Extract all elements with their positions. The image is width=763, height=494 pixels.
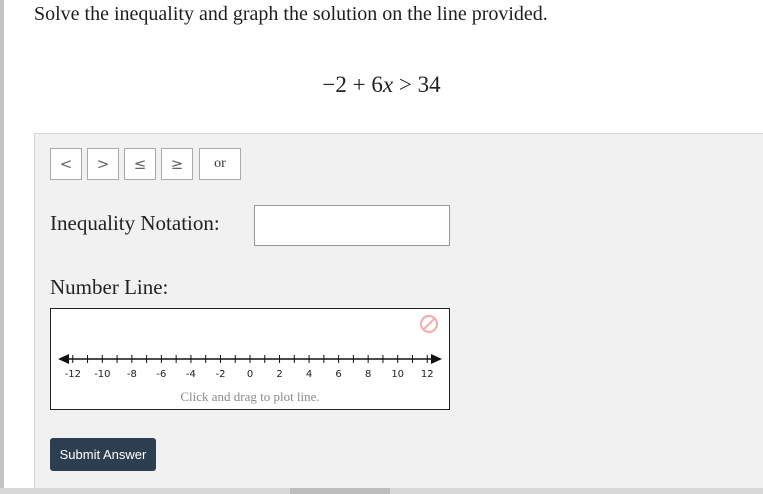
right-arrow-icon (431, 354, 442, 364)
expr-variable: x (382, 72, 394, 97)
bottom-scrollbar (0, 488, 763, 494)
number-line-label: Number Line: (50, 275, 169, 299)
less-than-button[interactable]: < (50, 148, 82, 180)
inequality-notation-label: Inequality Notation: (50, 211, 220, 235)
question-prompt: Solve the inequality and graph the solut… (34, 3, 548, 25)
expr-rhs: 34 (417, 72, 441, 97)
no-entry-icon[interactable] (419, 314, 439, 334)
expr-plus: + (352, 72, 366, 97)
tick-label: -10 (94, 369, 110, 380)
tick-label: -2 (215, 369, 225, 380)
tick-label: -6 (156, 369, 166, 380)
less-than-or-equal-button[interactable]: ≤ (124, 148, 156, 180)
submit-answer-button[interactable]: Submit Answer (50, 438, 156, 471)
tick-label: -8 (127, 369, 137, 380)
left-arrow-icon (58, 354, 69, 364)
greater-than-button[interactable]: > (87, 148, 119, 180)
inequality-expression: −2 + 6x > 34 (0, 72, 763, 98)
tick-label: 0 (247, 369, 253, 380)
tick-label: -4 (186, 369, 196, 380)
expr-coefficient: 6 (371, 72, 383, 97)
tick-label: 8 (365, 369, 371, 380)
expr-relation: > (398, 72, 412, 97)
inequality-notation-input[interactable] (254, 205, 450, 246)
number-line-widget[interactable]: -12 -10 -8 -6 -4 -2 0 2 4 6 8 10 12 Click and drag t… (50, 308, 450, 410)
or-button[interactable]: or (199, 148, 241, 180)
tick-label: 2 (276, 369, 282, 380)
tick-label: 4 (306, 369, 312, 380)
tick-label: -12 (65, 369, 81, 380)
expr-constant: −2 (322, 72, 347, 97)
number-line-hint: Click and drag to plot line. (180, 389, 320, 404)
scrollbar-thumb[interactable] (290, 488, 390, 494)
tick-label: 6 (335, 369, 341, 380)
tick-label: 10 (391, 369, 404, 380)
greater-than-or-equal-button[interactable]: ≥ (161, 148, 193, 180)
tick-label: 12 (421, 369, 434, 380)
